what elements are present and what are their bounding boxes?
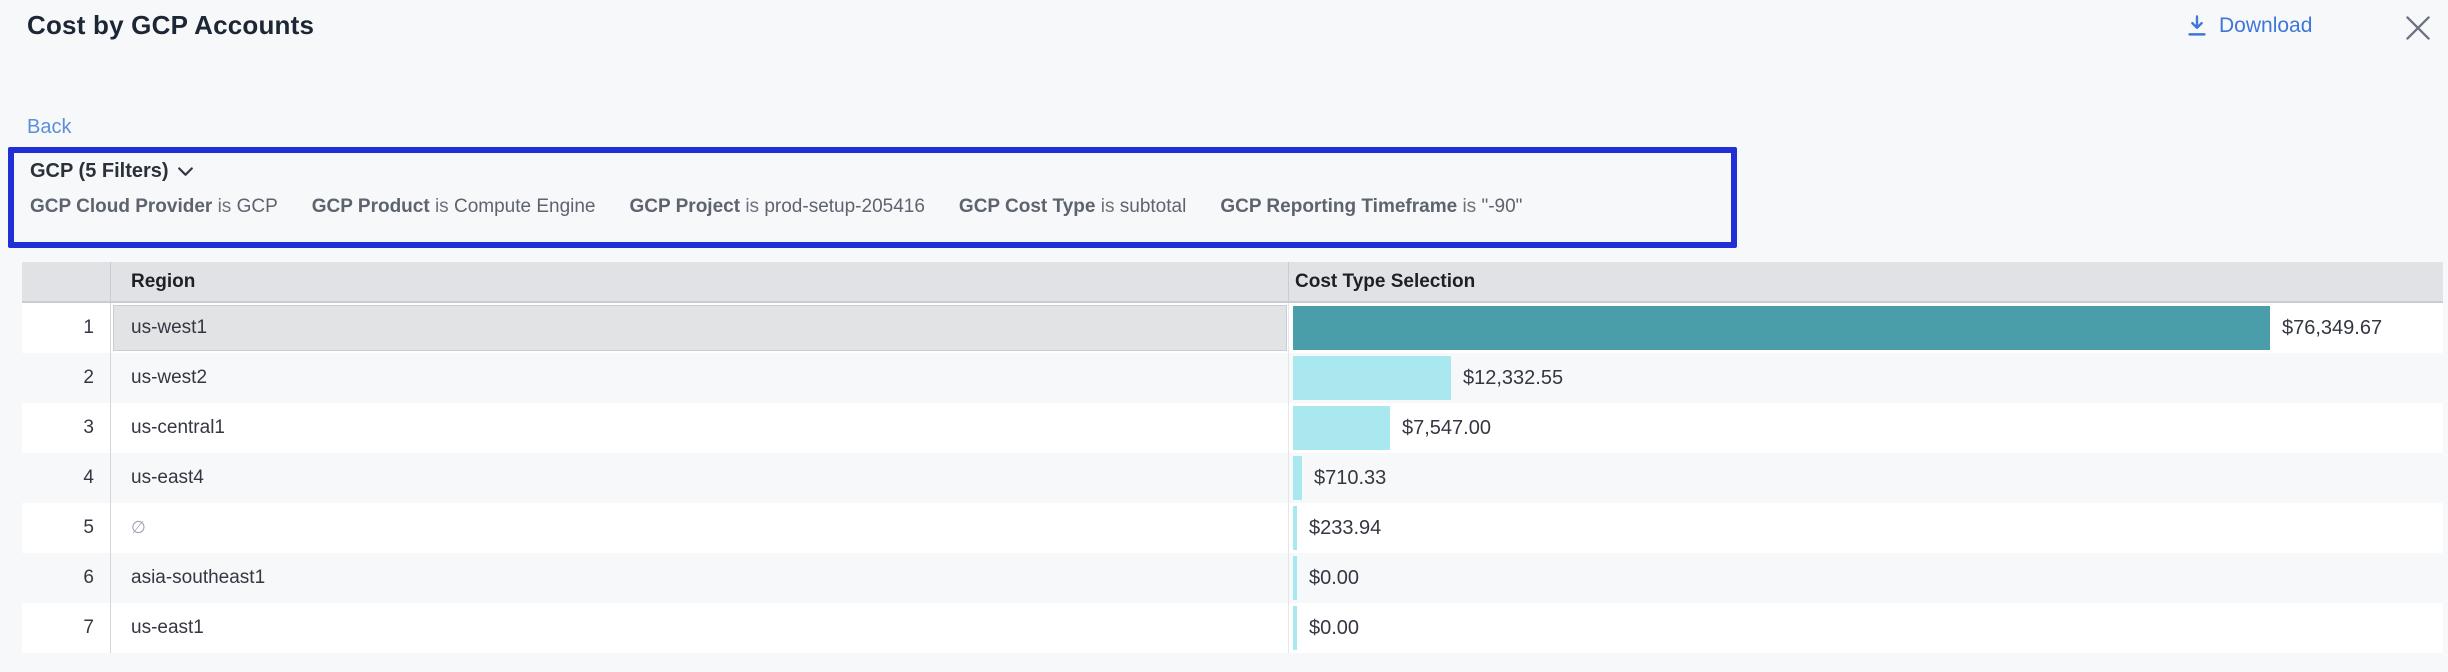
cost-value: $7,547.00 [1402, 417, 1491, 440]
table-row: 5 ∅ $233.94 [22, 503, 2443, 553]
cost-value: $0.00 [1309, 567, 1359, 590]
filters-dropdown[interactable]: GCP (5 Filters) [30, 160, 193, 183]
row-number: 4 [83, 467, 94, 489]
header-cost-column[interactable]: Cost Type Selection [1288, 262, 2443, 301]
cost-cell[interactable]: $7,547.00 [1288, 403, 2443, 453]
row-number-cell: 1 [22, 303, 110, 353]
row-number-cell: 3 [22, 403, 110, 453]
filter-items-row: GCP Cloud Provider is GCP GCP Product is … [30, 196, 1715, 218]
cost-cell[interactable]: $233.94 [1288, 503, 2443, 553]
table-row: 4 us-east4 $710.33 [22, 453, 2443, 503]
cost-column-label: Cost Type Selection [1295, 271, 1475, 293]
filter-item: GCP Product is Compute Engine [312, 196, 596, 218]
row-number-cell: 2 [22, 353, 110, 403]
cost-bar [1293, 606, 1297, 650]
close-button[interactable] [2402, 12, 2434, 44]
row-number-cell: 5 [22, 503, 110, 553]
cost-value: $76,349.67 [2282, 317, 2382, 340]
region-cell[interactable]: us-east1 [110, 603, 1288, 653]
cost-cell[interactable]: $76,349.67 [1288, 303, 2443, 353]
cost-cell[interactable]: $0.00 [1288, 603, 2443, 653]
table-body: 1 us-west1 $76,349.67 2 us-west2 $12,332… [22, 303, 2443, 653]
row-number-cell: 6 [22, 553, 110, 603]
table-row: 1 us-west1 $76,349.67 [22, 303, 2443, 353]
cost-data-grid: Region Cost Type Selection 1 us-west1 $7… [22, 262, 2443, 653]
cost-cell[interactable]: $0.00 [1288, 553, 2443, 603]
region-cell[interactable]: us-central1 [110, 403, 1288, 453]
region-label: us-west2 [131, 367, 207, 389]
row-number: 3 [83, 417, 94, 439]
grid-header-row: Region Cost Type Selection [22, 262, 2443, 303]
region-cell[interactable]: us-west2 [110, 353, 1288, 403]
table-row: 3 us-central1 $7,547.00 [22, 403, 2443, 453]
download-label: Download [2219, 14, 2312, 38]
table-row: 6 asia-southeast1 $0.00 [22, 553, 2443, 603]
header-row-number-column [22, 262, 110, 301]
cost-cell[interactable]: $12,332.55 [1288, 353, 2443, 403]
filters-summary-label: GCP (5 Filters) [30, 160, 169, 183]
close-icon [2405, 15, 2431, 41]
region-cell[interactable]: us-west1 [110, 303, 1288, 353]
filter-item: GCP Project is prod-setup-205416 [630, 196, 925, 218]
chevron-down-icon [178, 167, 193, 177]
region-cell[interactable]: us-east4 [110, 453, 1288, 503]
region-cell[interactable]: ∅ [110, 503, 1288, 553]
filter-item: GCP Reporting Timeframe is "-90" [1220, 196, 1522, 218]
cost-cell[interactable]: $710.33 [1288, 453, 2443, 503]
table-row: 7 us-east1 $0.00 [22, 603, 2443, 653]
row-number-cell: 7 [22, 603, 110, 653]
row-number: 1 [83, 317, 94, 339]
back-link[interactable]: Back [27, 116, 71, 139]
row-number: 6 [83, 567, 94, 589]
region-label: us-central1 [131, 417, 225, 439]
region-column-label: Region [131, 271, 195, 293]
download-icon [2186, 14, 2208, 38]
cost-bar [1293, 456, 1302, 500]
region-label: us-west1 [131, 317, 207, 339]
cost-bar [1293, 406, 1390, 450]
region-cell[interactable]: asia-southeast1 [110, 553, 1288, 603]
table-row: 2 us-west2 $12,332.55 [22, 353, 2443, 403]
cost-bar [1293, 506, 1297, 550]
cost-value: $0.00 [1309, 617, 1359, 640]
row-number: 7 [83, 617, 94, 639]
cost-value: $710.33 [1314, 467, 1386, 490]
cost-bar [1293, 556, 1297, 600]
filter-item: GCP Cloud Provider is GCP [30, 196, 278, 218]
row-number-cell: 4 [22, 453, 110, 503]
filter-item: GCP Cost Type is subtotal [959, 196, 1186, 218]
page-title: Cost by GCP Accounts [27, 10, 314, 41]
row-number: 5 [83, 517, 94, 539]
row-number: 2 [83, 367, 94, 389]
cost-value: $233.94 [1309, 517, 1381, 540]
filters-annotation-box: GCP (5 Filters) GCP Cloud Provider is GC… [8, 147, 1737, 248]
download-button[interactable]: Download [2186, 14, 2312, 38]
region-label: us-east1 [131, 617, 204, 639]
header-region-column[interactable]: Region [110, 262, 1288, 301]
cost-bar [1293, 306, 2270, 350]
cost-bar [1293, 356, 1451, 400]
region-label: asia-southeast1 [131, 567, 265, 589]
region-label: ∅ [131, 518, 146, 538]
region-label: us-east4 [131, 467, 204, 489]
cost-value: $12,332.55 [1463, 367, 1563, 390]
